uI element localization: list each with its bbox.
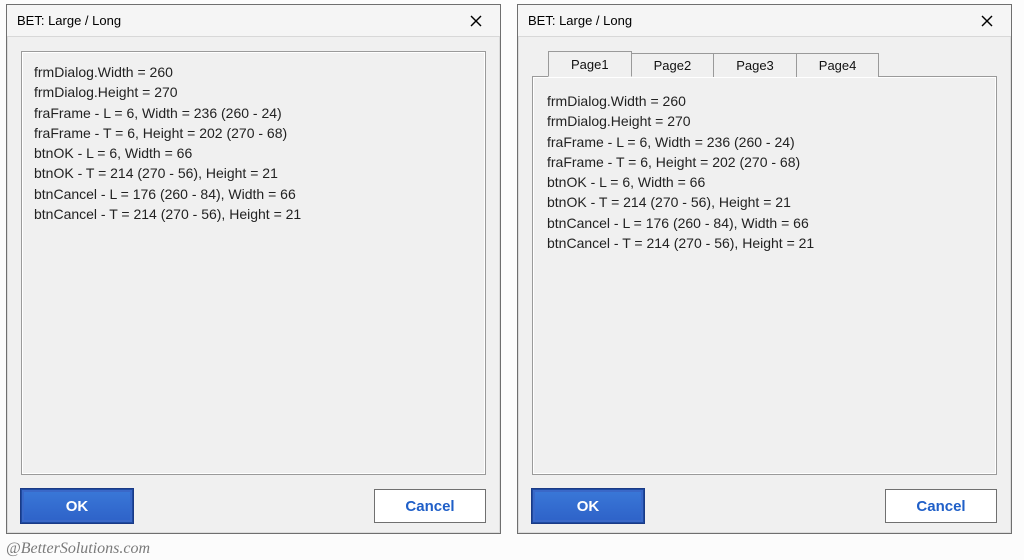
window-title: BET: Large / Long	[528, 13, 632, 28]
dialog-right: BET: Large / Long Page1 Page2 Page3 Page…	[517, 4, 1012, 534]
button-row: OK Cancel	[21, 475, 486, 523]
dimensions-text: frmDialog.Width = 260 frmDialog.Height =…	[547, 91, 982, 253]
ok-button[interactable]: OK	[532, 489, 644, 523]
dialog-left: BET: Large / Long frmDialog.Width = 260 …	[6, 4, 501, 534]
ok-button[interactable]: OK	[21, 489, 133, 523]
cancel-button[interactable]: Cancel	[374, 489, 486, 523]
titlebar: BET: Large / Long	[518, 5, 1011, 37]
close-icon	[470, 15, 482, 27]
tab-page4[interactable]: Page4	[796, 53, 880, 77]
window-title: BET: Large / Long	[17, 13, 121, 28]
close-button[interactable]	[969, 9, 1005, 33]
content-frame: frmDialog.Width = 260 frmDialog.Height =…	[21, 51, 486, 475]
close-icon	[981, 15, 993, 27]
client-area: frmDialog.Width = 260 frmDialog.Height =…	[7, 37, 500, 533]
tab-page1[interactable]: Page1	[548, 51, 632, 77]
dimensions-text: frmDialog.Width = 260 frmDialog.Height =…	[34, 62, 473, 224]
tab-strip: Page1 Page2 Page3 Page4	[532, 51, 997, 77]
client-area: Page1 Page2 Page3 Page4 frmDialog.Width …	[518, 37, 1011, 533]
titlebar: BET: Large / Long	[7, 5, 500, 37]
watermark: @BetterSolutions.com	[6, 540, 150, 558]
tab-page-content: frmDialog.Width = 260 frmDialog.Height =…	[532, 76, 997, 475]
button-row: OK Cancel	[532, 475, 997, 523]
tab-page3[interactable]: Page3	[713, 53, 797, 77]
cancel-button[interactable]: Cancel	[885, 489, 997, 523]
tab-page2[interactable]: Page2	[631, 53, 715, 77]
close-button[interactable]	[458, 9, 494, 33]
